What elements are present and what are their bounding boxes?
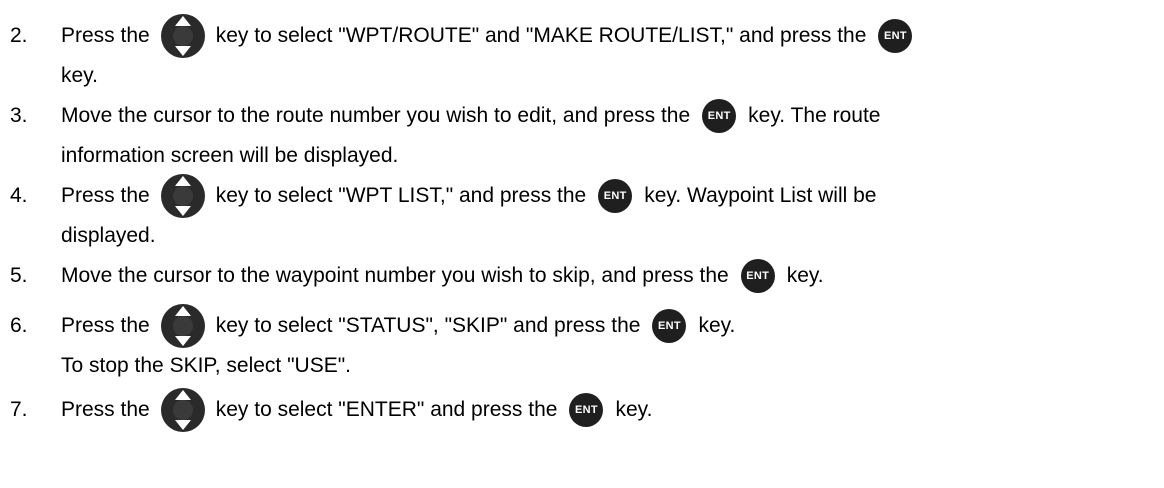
ent-key-icon: ENT	[878, 19, 913, 53]
step-text: displayed.	[61, 224, 156, 247]
step-text: key.	[786, 264, 824, 287]
step-number: 3.	[10, 104, 28, 127]
step-number: 7.	[10, 398, 28, 421]
step-text: To stop the SKIP, select "USE".	[61, 354, 352, 377]
ent-key-icon: ENT	[740, 259, 775, 293]
ent-key-icon: ENT	[598, 179, 633, 213]
step-text: key. Waypoint List will be	[644, 184, 877, 207]
cursor-key-icon	[160, 303, 206, 349]
step-text: key to select "ENTER" and press the	[215, 398, 558, 421]
step-text: key. The route	[748, 104, 881, 127]
step-text: key to select "WPT LIST," and press the	[215, 184, 587, 207]
cursor-key-icon	[160, 173, 206, 219]
step-number: 6.	[10, 314, 28, 337]
step-text: key.	[615, 398, 653, 421]
cursor-key-icon	[160, 387, 206, 433]
step-number: 5.	[10, 264, 28, 287]
ent-key-icon: ENT	[702, 99, 737, 133]
step-text: key to select "WPT/ROUTE" and "MAKE ROUT…	[215, 24, 867, 47]
step-text: Press the	[61, 24, 150, 47]
ent-key-icon: ENT	[569, 393, 604, 427]
step-text: information screen will be displayed.	[61, 144, 399, 167]
step-number: 4.	[10, 184, 28, 207]
step-text: key to select "STATUS", "SKIP" and press…	[215, 314, 641, 337]
step-text: key.	[61, 64, 98, 87]
step-text: Press the	[61, 184, 150, 207]
ent-key-icon: ENT	[652, 309, 687, 343]
step-text: Press the	[61, 398, 150, 421]
step-text: Move the cursor to the waypoint number y…	[61, 264, 729, 287]
step-text: Move the cursor to the route number you …	[61, 104, 691, 127]
cursor-key-icon	[160, 13, 206, 59]
step-text: Press the	[61, 314, 150, 337]
step-text: key.	[698, 314, 736, 337]
step-number: 2.	[10, 24, 28, 47]
